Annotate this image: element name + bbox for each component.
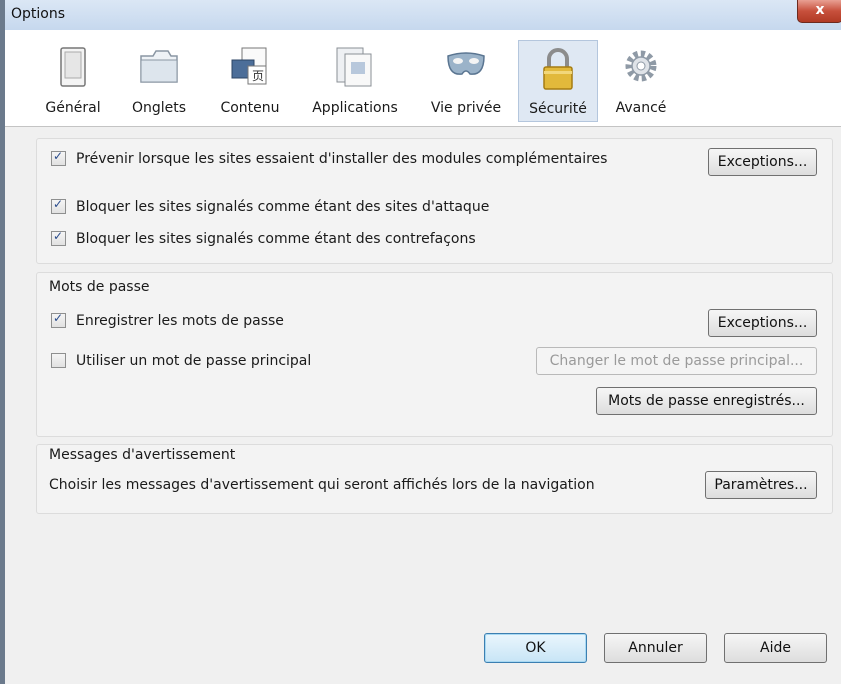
password-exceptions-button[interactable]: Exceptions... [708,309,817,337]
warnings-description: Choisir les messages d'avertissement qui… [49,477,595,493]
remember-passwords-row[interactable]: Enregistrer les mots de passe [51,311,284,329]
block-forgery-row[interactable]: Bloquer les sites signalés comme étant d… [51,229,476,247]
tab-security[interactable]: Sécurité [518,40,598,122]
block-forgery-label: Bloquer les sites signalés comme étant d… [76,231,476,247]
passwords-group: Mots de passe Enregistrer les mots de pa… [36,272,833,437]
remember-passwords-checkbox[interactable] [51,311,66,328]
content-icon: 页 [228,46,272,94]
svg-text:页: 页 [252,69,264,83]
tabs-folder-icon [138,46,180,90]
tab-applications-label: Applications [312,100,398,116]
master-password-row[interactable]: Utiliser un mot de passe principal [51,352,312,369]
help-button[interactable]: Aide [724,633,827,663]
block-attack-row[interactable]: Bloquer les sites signalés comme étant d… [51,197,490,215]
tab-privacy[interactable]: Vie privée [423,40,509,126]
block-attack-checkbox[interactable] [51,197,66,214]
saved-passwords-button[interactable]: Mots de passe enregistrés... [596,387,817,415]
tab-tabs-label: Onglets [131,100,187,116]
general-icon [58,46,88,94]
tab-applications[interactable]: Applications [303,40,407,126]
warn-addons-label: Prévenir lorsque les sites essaient d'in… [76,151,608,167]
ok-button[interactable]: OK [484,633,587,663]
tab-content[interactable]: 页 Contenu [212,40,288,126]
title-bar: Options x [5,0,841,30]
warnings-group-title: Messages d'avertissement [49,447,236,463]
gear-icon [621,46,661,90]
change-master-password-button[interactable]: Changer le mot de passe principal... [536,347,817,375]
cancel-button[interactable]: Annuler [604,633,707,663]
window-title: Options [11,6,66,22]
block-attack-label: Bloquer les sites signalés comme étant d… [76,199,490,215]
passwords-group-title: Mots de passe [49,279,150,295]
remember-passwords-label: Enregistrer les mots de passe [76,313,284,329]
master-password-checkbox[interactable] [51,352,66,368]
close-button[interactable]: x [797,0,841,23]
tab-general[interactable]: Général [38,40,108,126]
tab-general-label: Général [45,100,101,116]
tab-content-label: Contenu [220,100,280,116]
tab-privacy-label: Vie privée [430,100,502,116]
addon-exceptions-button[interactable]: Exceptions... [708,148,817,176]
mask-icon [444,46,488,90]
warn-addons-row[interactable]: Prévenir lorsque les sites essaient d'in… [51,149,608,167]
warn-addons-checkbox[interactable] [51,149,66,166]
preferences-toolbar: Général Onglets 页 Contenu Applications V… [5,30,841,127]
tab-advanced[interactable]: Avancé [610,40,672,126]
warnings-group: Messages d'avertissement Choisir les mes… [36,444,833,514]
tab-tabs[interactable]: Onglets [123,40,195,126]
tab-advanced-label: Avancé [615,100,667,116]
padlock-icon [540,47,576,95]
security-group: Prévenir lorsque les sites essaient d'in… [36,138,833,264]
master-password-label: Utiliser un mot de passe principal [76,353,312,369]
warnings-settings-button[interactable]: Paramètres... [705,471,817,499]
tab-security-label: Sécurité [529,101,587,117]
applications-icon [333,46,377,94]
block-forgery-checkbox[interactable] [51,229,66,246]
